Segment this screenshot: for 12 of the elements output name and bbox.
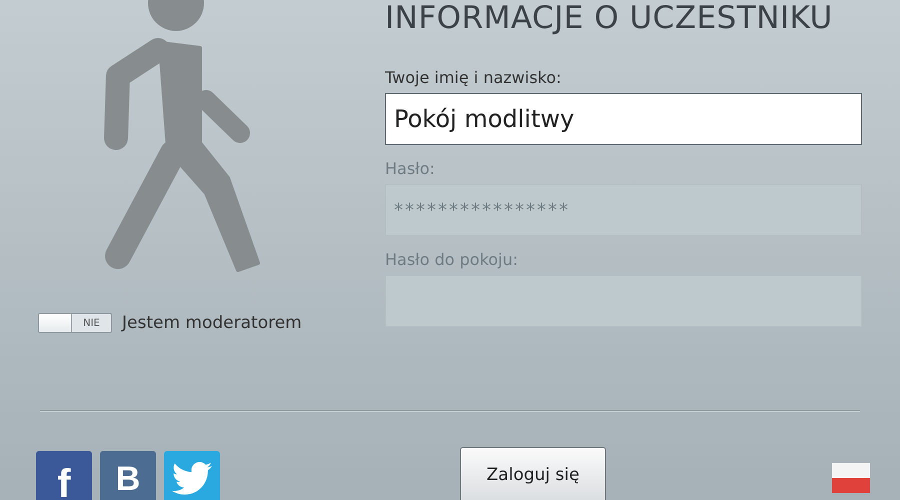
field-label: Hasło:: [385, 159, 436, 178]
flag-icon[interactable]: [832, 463, 870, 493]
facebook-icon[interactable]: f: [36, 451, 92, 500]
section-title: INFORMACJE O UCZESTNIKU: [385, 0, 834, 38]
field-label: Twoje imię i nazwisko:: [385, 68, 562, 87]
bird-icon[interactable]: [164, 451, 220, 500]
field-label: Hasło do pokoju:: [385, 250, 520, 269]
vk-icon[interactable]: B: [100, 451, 156, 500]
toggle-label: Jestem moderatorem: [122, 313, 302, 333]
input-field[interactable]: Pokój modlitwy: [385, 93, 862, 145]
toggle-switch[interactable]: NIE: [38, 313, 112, 333]
login-button[interactable]: Zaloguj się: [460, 447, 606, 500]
